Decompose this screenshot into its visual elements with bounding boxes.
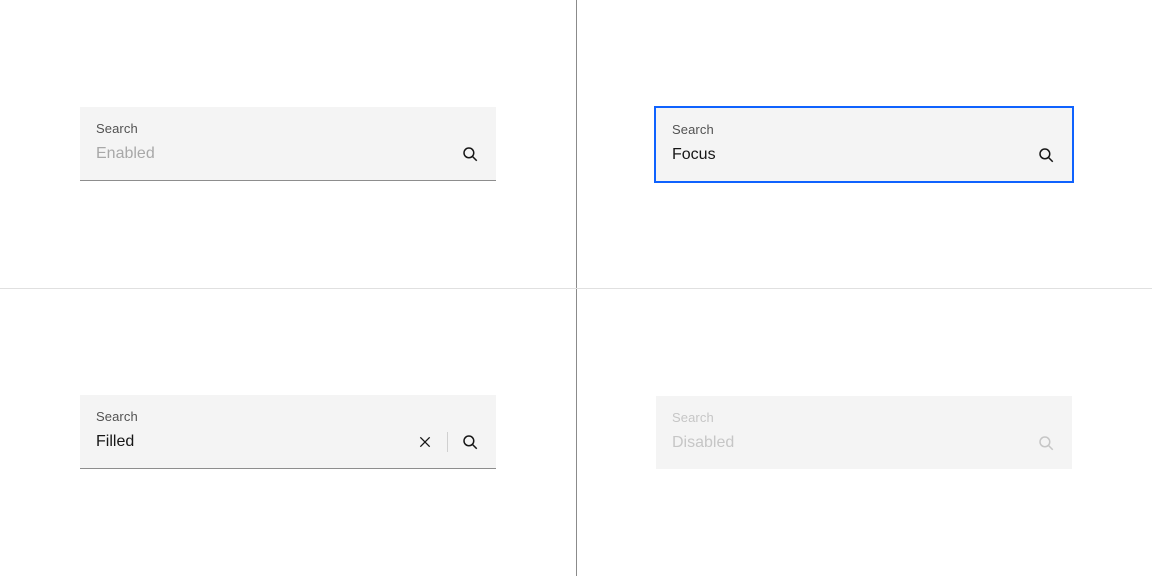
- cell-enabled: Search Enabled: [0, 0, 576, 288]
- search-row: Disabled: [672, 431, 1056, 455]
- search-value: Focus: [672, 143, 1036, 167]
- search-value: Filled: [96, 430, 415, 454]
- search-placeholder: Enabled: [96, 142, 460, 166]
- cell-filled: Search Filled: [0, 288, 576, 576]
- search-icons: [415, 432, 480, 452]
- search-row: Enabled: [96, 142, 480, 166]
- search-icons: [1036, 433, 1056, 453]
- search-icon[interactable]: [460, 432, 480, 452]
- clear-wrap: [415, 432, 460, 452]
- search-label: Search: [672, 410, 1056, 425]
- search-icon[interactable]: [460, 144, 480, 164]
- search-field-focus[interactable]: Search Focus: [656, 108, 1072, 181]
- search-label: Search: [96, 121, 480, 136]
- search-row: Focus: [672, 143, 1056, 167]
- search-icon: [1036, 433, 1056, 453]
- search-label: Search: [96, 409, 480, 424]
- search-placeholder: Disabled: [672, 431, 1036, 455]
- search-label: Search: [672, 122, 1056, 137]
- search-field-filled[interactable]: Search Filled: [80, 395, 496, 469]
- search-row: Filled: [96, 430, 480, 454]
- search-field-disabled: Search Disabled: [656, 396, 1072, 469]
- cell-focus: Search Focus: [576, 0, 1152, 288]
- cell-disabled: Search Disabled: [576, 288, 1152, 576]
- search-field-enabled[interactable]: Search Enabled: [80, 107, 496, 181]
- close-icon[interactable]: [415, 432, 435, 452]
- icon-separator: [447, 432, 448, 452]
- search-icon[interactable]: [1036, 145, 1056, 165]
- search-icons: [460, 144, 480, 164]
- horizontal-divider: [0, 288, 1152, 289]
- search-icons: [1036, 145, 1056, 165]
